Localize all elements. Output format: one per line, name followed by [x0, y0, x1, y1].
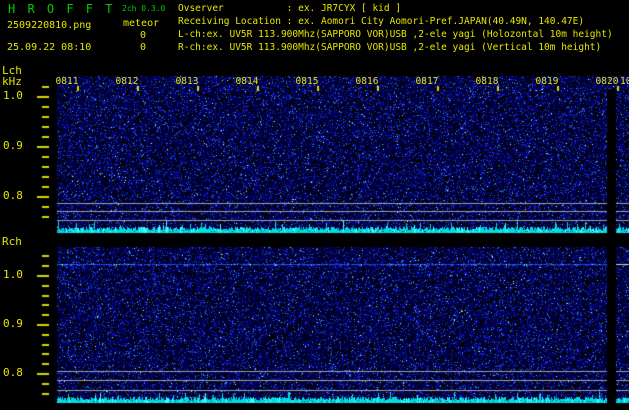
time-label: 0820	[595, 76, 619, 87]
time-label: 0814	[235, 76, 259, 87]
time-label: 0813	[175, 76, 199, 87]
time-label: 0816	[355, 76, 379, 87]
meteor-count-lch: 0	[140, 30, 147, 41]
app-title: H R O F F T	[8, 2, 115, 16]
time-label: 0811	[55, 76, 79, 87]
info-line-rch-setup: R-ch:ex. UV5R 113.900Mhz(SAPPORO VOR)USB…	[178, 42, 602, 53]
info-line-lch-setup: L-ch:ex. UV5R 113.900Mhz(SAPPORO VOR)USB…	[178, 29, 613, 40]
hrofft-screen: H R O F F T 2ch 0.3.0 2509220810.png met…	[0, 0, 629, 410]
output-filename: 2509220810.png	[7, 20, 92, 31]
freq-label: 0.8	[3, 189, 23, 202]
time-label: 0817	[415, 76, 439, 87]
time-label-partial: 10	[620, 76, 629, 87]
freq-label: 0.8	[3, 366, 23, 379]
meteor-count-label: meteor	[123, 18, 160, 29]
channel-label-rch: Rch	[2, 235, 22, 248]
freq-label: 1.0	[3, 89, 23, 102]
info-line-observer: Ovserver : ex. JR7CYX [ kid ]	[178, 3, 402, 14]
time-label: 0815	[295, 76, 319, 87]
freq-label: 0.9	[3, 317, 23, 330]
freq-label: 1.0	[3, 268, 23, 281]
app-version: 2ch 0.3.0	[122, 4, 166, 13]
info-line-location: Receiving Location : ex. Aomori City Aom…	[178, 16, 585, 27]
freq-unit-label: kHz	[2, 75, 22, 88]
time-label: 0818	[475, 76, 499, 87]
freq-label: 0.9	[3, 139, 23, 152]
record-datetime: 25.09.22 08:10	[7, 42, 92, 53]
spectrogram-canvas	[0, 0, 629, 410]
time-label: 0819	[535, 76, 559, 87]
time-label: 0812	[115, 76, 139, 87]
meteor-count-rch: 0	[140, 42, 147, 53]
